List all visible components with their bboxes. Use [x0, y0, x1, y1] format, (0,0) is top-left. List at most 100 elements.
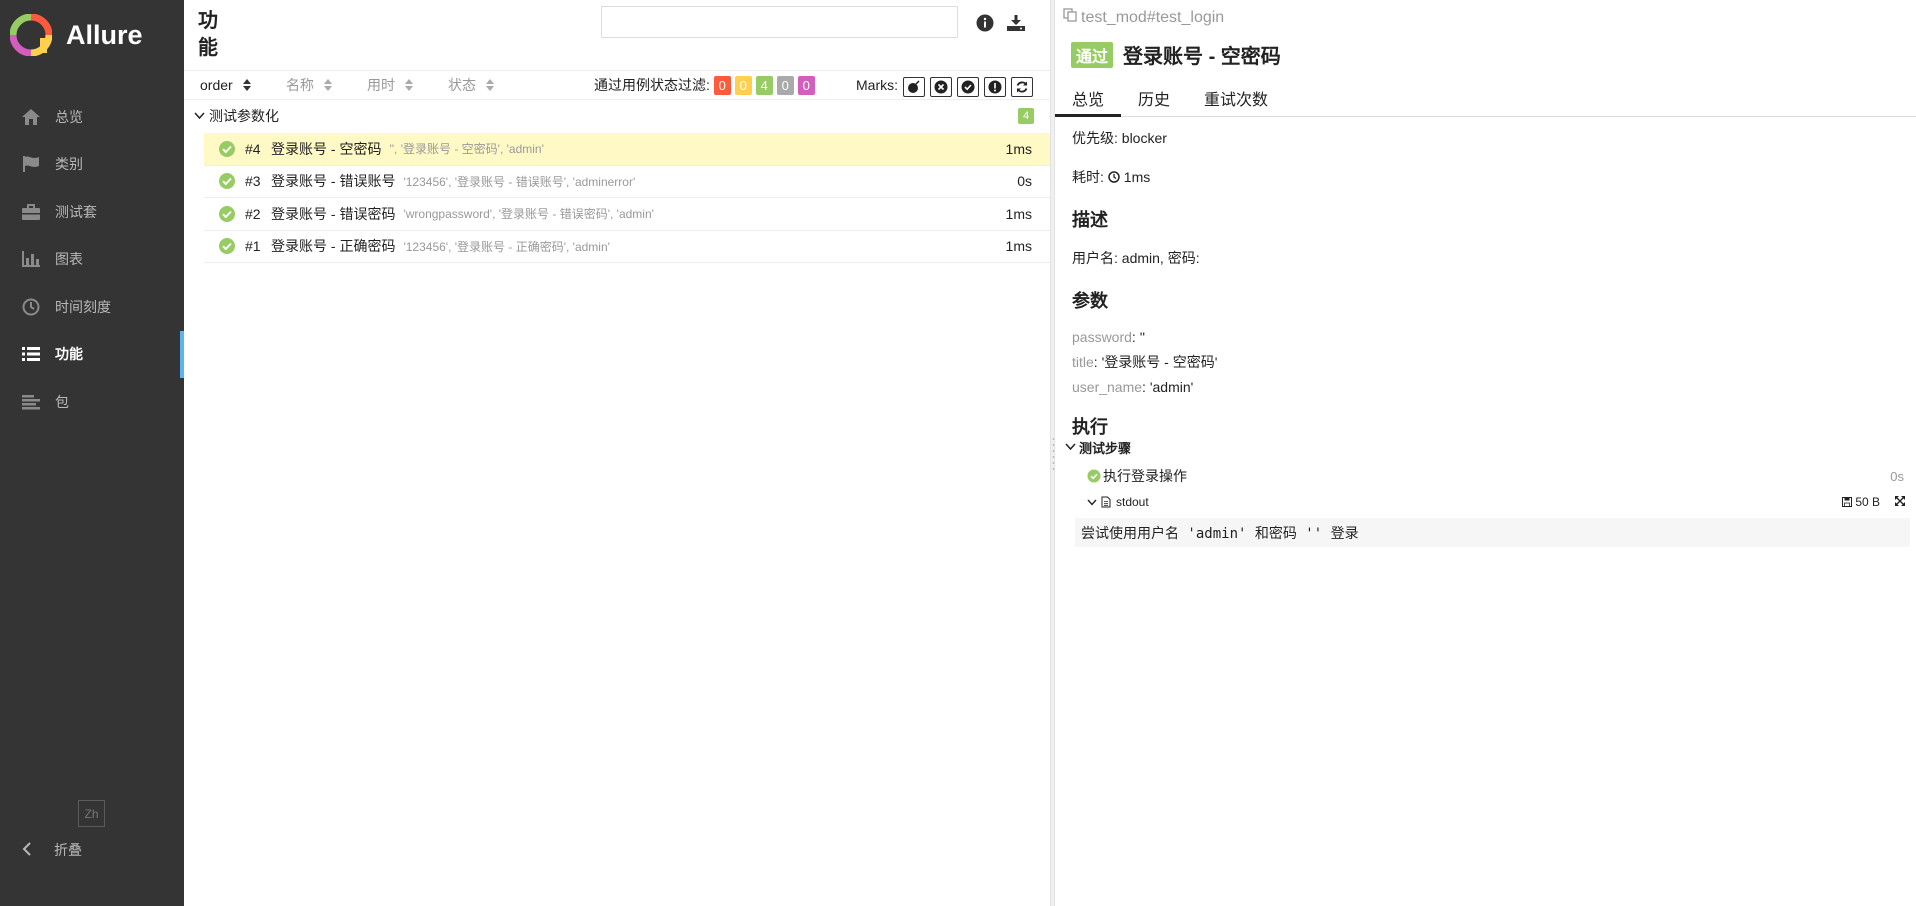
test-order: #3: [245, 173, 261, 190]
check-circle-icon: [219, 140, 235, 157]
collapse-button[interactable]: 折叠: [22, 840, 82, 860]
chevron-left-icon: [22, 841, 32, 859]
tab-retries[interactable]: 重试次数: [1187, 80, 1285, 117]
step-row[interactable]: 执行登录操作 0s: [1055, 464, 1916, 488]
sort-icon: [324, 79, 332, 91]
sidebar-item-packages[interactable]: 包: [0, 378, 184, 426]
download-button[interactable]: [1005, 12, 1027, 34]
brand-name: Allure: [66, 19, 143, 50]
test-name: 登录账号 - 错误密码: [271, 205, 396, 222]
info-button[interactable]: [974, 12, 996, 34]
filter-unknown-badge[interactable]: 0: [797, 76, 815, 95]
param-key: title: [1072, 354, 1094, 370]
save-icon: [1842, 497, 1853, 507]
duration-line: 耗时: 1ms: [1072, 167, 1902, 187]
check-circle-icon: [219, 173, 235, 190]
tree-group-name: 测试参数化: [209, 108, 279, 124]
param-row: title: '登录账号 - 空密码': [1072, 354, 1218, 370]
status-filter-label: 通过用例状态过滤:: [594, 77, 710, 93]
duration-label: 耗时:: [1072, 169, 1104, 185]
mark-new-broken-button[interactable]: [984, 77, 1006, 97]
sort-label: order: [200, 77, 233, 93]
param-row: user_name: 'admin': [1072, 379, 1194, 395]
table-row[interactable]: #3 登录账号 - 错误账号 '123456', '登录账号 - 错误账号', …: [204, 166, 1050, 198]
sort-duration[interactable]: 用时: [367, 75, 413, 95]
test-name: 登录账号 - 正确密码: [271, 238, 396, 255]
tab-overview[interactable]: 总览: [1055, 80, 1122, 117]
attachment-row[interactable]: stdout 50 B: [1055, 490, 1916, 514]
filter-failed-badge[interactable]: 0: [713, 76, 731, 95]
table-row[interactable]: #2 登录账号 - 错误密码 'wrongpassword', '登录账号 - …: [204, 198, 1050, 231]
expand-icon: [1895, 495, 1905, 506]
severity-label: 优先级:: [1072, 130, 1118, 146]
execution-section: 测试步骤 执行登录操作 0s stdout 50 B 尝试使用用户名 'admi…: [1055, 436, 1916, 547]
tab-history[interactable]: 历史: [1121, 80, 1187, 117]
language-switcher[interactable]: Zh: [78, 800, 105, 827]
mark-new-failed-button[interactable]: [930, 77, 952, 97]
sort-name[interactable]: 名称: [286, 75, 332, 95]
sidebar-item-label: 总览: [55, 108, 83, 125]
filter-skipped-badge[interactable]: 0: [776, 76, 794, 95]
sidebar-item-suites[interactable]: 测试套: [0, 188, 184, 236]
test-duration: 0s: [1017, 173, 1032, 190]
steps-title: 测试步骤: [1079, 440, 1132, 456]
expand-button[interactable]: [1894, 495, 1906, 510]
tree-group-count: 4: [1018, 108, 1034, 124]
sidebar-item-graphs[interactable]: 图表: [0, 236, 184, 284]
sidebar-item-label: 时间刻度: [55, 298, 111, 315]
sort-status[interactable]: 状态: [448, 75, 494, 95]
sort-label: 名称: [286, 77, 314, 93]
severity-line: 优先级: blocker: [1072, 128, 1902, 148]
times-circle-icon: [934, 80, 948, 94]
sort-order[interactable]: order: [200, 77, 251, 93]
test-name: 登录账号 - 错误账号: [271, 173, 396, 190]
chevron-down-icon: [1087, 499, 1097, 506]
duration-value: 1ms: [1123, 169, 1151, 185]
sidebar-item-label: 测试套: [55, 203, 97, 220]
search-input[interactable]: [601, 6, 958, 38]
test-duration: 1ms: [1005, 238, 1032, 255]
sidebar-nav: 总览 类别 测试套 图表 时间刻度 功能 包: [0, 93, 184, 426]
param-value: '登录账号 - 空密码': [1101, 354, 1218, 370]
bomb-icon: [908, 80, 920, 93]
sort-label: 用时: [367, 77, 395, 93]
check-circle-icon: [1087, 469, 1101, 483]
stdout-content: 尝试使用用户名 'admin' 和密码 '' 登录: [1075, 518, 1910, 547]
test-title: 登录账号 - 空密码: [1123, 46, 1281, 68]
param-row: password: '': [1072, 329, 1146, 345]
list-icon: [19, 344, 43, 364]
tree-group-header[interactable]: 测试参数化 4: [184, 104, 1050, 128]
flag-icon: [19, 154, 43, 174]
attachment-name: stdout: [1116, 495, 1149, 509]
sidebar-item-behaviors[interactable]: 功能: [0, 330, 184, 379]
mark-new-passed-button[interactable]: [957, 77, 979, 97]
filter-broken-badge[interactable]: 0: [734, 76, 752, 95]
tree-group: 测试参数化 4 #4 登录账号 - 空密码 '', '登录账号 - 空密码', …: [184, 104, 1050, 263]
breadcrumb[interactable]: test_mod#test_login: [1063, 8, 1224, 27]
sidebar-item-categories[interactable]: 类别: [0, 141, 184, 189]
description-text: 用户名: admin, 密码:: [1072, 250, 1200, 266]
detail-tabs: 总览 历史 重试次数: [1055, 80, 1916, 117]
filter-passed-badge[interactable]: 4: [755, 76, 773, 95]
check-circle-icon: [219, 238, 235, 255]
table-row[interactable]: #1 登录账号 - 正确密码 '123456', '登录账号 - 正确密码', …: [204, 231, 1050, 263]
mark-retries-button[interactable]: [1011, 77, 1033, 97]
steps-header[interactable]: 测试步骤: [1055, 436, 1916, 458]
table-row[interactable]: #4 登录账号 - 空密码 '', '登录账号 - 空密码', 'admin' …: [204, 133, 1050, 166]
sort-icon: [242, 79, 251, 91]
info-icon: [976, 14, 994, 32]
param-value: '': [1139, 329, 1146, 345]
sidebar-item-label: 类别: [55, 156, 83, 173]
test-order: #2: [245, 205, 261, 222]
sidebar-item-overview[interactable]: 总览: [0, 93, 184, 141]
marks-label: Marks:: [856, 77, 898, 93]
sidebar-item-timeline[interactable]: 时间刻度: [0, 283, 184, 331]
check-circle-icon: [219, 205, 235, 222]
overview-section: 优先级: blocker 耗时: 1ms 描述 用户名: admin, 密码: …: [1072, 128, 1902, 455]
breadcrumb-text: test_mod#test_login: [1081, 8, 1225, 26]
attachment-size-value: 50 B: [1855, 495, 1880, 509]
test-params: '123456', '登录账号 - 错误账号', 'adminerror': [403, 174, 636, 189]
test-title-line: 通过 登录账号 - 空密码: [1071, 40, 1281, 69]
brand[interactable]: Allure: [0, 0, 184, 70]
mark-flaky-button[interactable]: [903, 77, 925, 97]
